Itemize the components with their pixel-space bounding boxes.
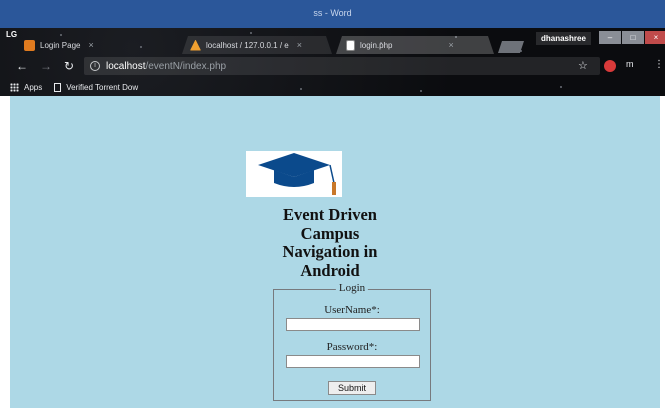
- apps-grid-icon[interactable]: [10, 82, 19, 92]
- submit-button[interactable]: Submit: [328, 381, 376, 395]
- extension-icon[interactable]: m: [626, 59, 634, 69]
- document-favicon-icon: [346, 39, 355, 51]
- password-label: Password*:: [326, 341, 378, 353]
- username-label: UserName*:: [324, 304, 380, 316]
- login-fieldset: Login UserName*: Password*: Submit: [273, 282, 431, 401]
- tab-close-icon[interactable]: ×: [88, 40, 93, 50]
- address-bar[interactable]: i localhost/eventN/index.php: [84, 57, 600, 75]
- maximize-button[interactable]: □: [622, 31, 644, 44]
- browser-chrome: LG Login Page × localhost / 127.0.0.1 / …: [0, 28, 665, 96]
- word-window-title: ss - Word: [313, 8, 352, 18]
- title-line: Campus: [300, 223, 360, 243]
- tab-login-php[interactable]: login.php ×: [336, 36, 494, 54]
- profile-button[interactable]: dhanashree: [536, 32, 591, 45]
- site-favicon-icon: [24, 39, 35, 51]
- phpmyadmin-favicon-icon: [190, 39, 201, 51]
- tab-login-page[interactable]: Login Page ×: [24, 36, 174, 54]
- browser-toolbar: ← → ↻ i localhost/eventN/index.php ☆ m ⋮: [0, 54, 665, 78]
- info-icon[interactable]: i: [90, 61, 100, 71]
- word-title-bar: ss - Word: [0, 0, 665, 28]
- close-window-button[interactable]: ×: [645, 31, 665, 44]
- extension-icon[interactable]: [604, 60, 616, 72]
- url-path: /eventN/index.php: [145, 60, 227, 72]
- title-line: Event Driven: [283, 205, 377, 224]
- tab-phpmyadmin[interactable]: localhost / 127.0.0.1 / e ×: [182, 36, 332, 54]
- tab-close-icon[interactable]: ×: [297, 40, 302, 50]
- password-input[interactable]: [286, 355, 420, 368]
- page-content: Event Driven Campus Navigation in Androi…: [10, 96, 660, 408]
- bookmark-item[interactable]: Verified Torrent Dow: [66, 83, 138, 92]
- title-line: Android: [300, 260, 360, 280]
- tab-label: localhost / 127.0.0.1 / e: [206, 40, 289, 50]
- tab-label: login.php: [360, 40, 393, 50]
- username-input[interactable]: [286, 318, 420, 331]
- tab-strip: LG Login Page × localhost / 127.0.0.1 / …: [0, 28, 665, 54]
- graduation-cap-icon: [246, 151, 342, 197]
- login-legend: Login: [335, 282, 369, 294]
- menu-icon[interactable]: ⋮: [654, 59, 664, 70]
- reload-icon[interactable]: ↻: [64, 59, 74, 73]
- tab-label: Login Page: [40, 40, 81, 50]
- document-icon: [54, 82, 62, 92]
- url-host: localhost: [106, 60, 146, 72]
- forward-icon[interactable]: →: [40, 59, 52, 73]
- star-icon[interactable]: ☆: [578, 59, 588, 72]
- page-edge: [660, 96, 665, 408]
- back-icon[interactable]: ←: [16, 59, 28, 73]
- page-title: Event Driven Campus Navigation in Androi…: [250, 205, 410, 280]
- brand-logo: LG: [6, 30, 18, 39]
- window-controls: – □ ×: [598, 31, 665, 44]
- title-line: Navigation in: [282, 242, 378, 261]
- bookmark-apps[interactable]: Apps: [24, 83, 42, 92]
- tab-close-icon[interactable]: ×: [448, 40, 453, 50]
- new-tab-button[interactable]: [498, 41, 524, 53]
- bookmarks-bar: Apps Verified Torrent Dow: [0, 78, 665, 96]
- minimize-button[interactable]: –: [599, 31, 621, 44]
